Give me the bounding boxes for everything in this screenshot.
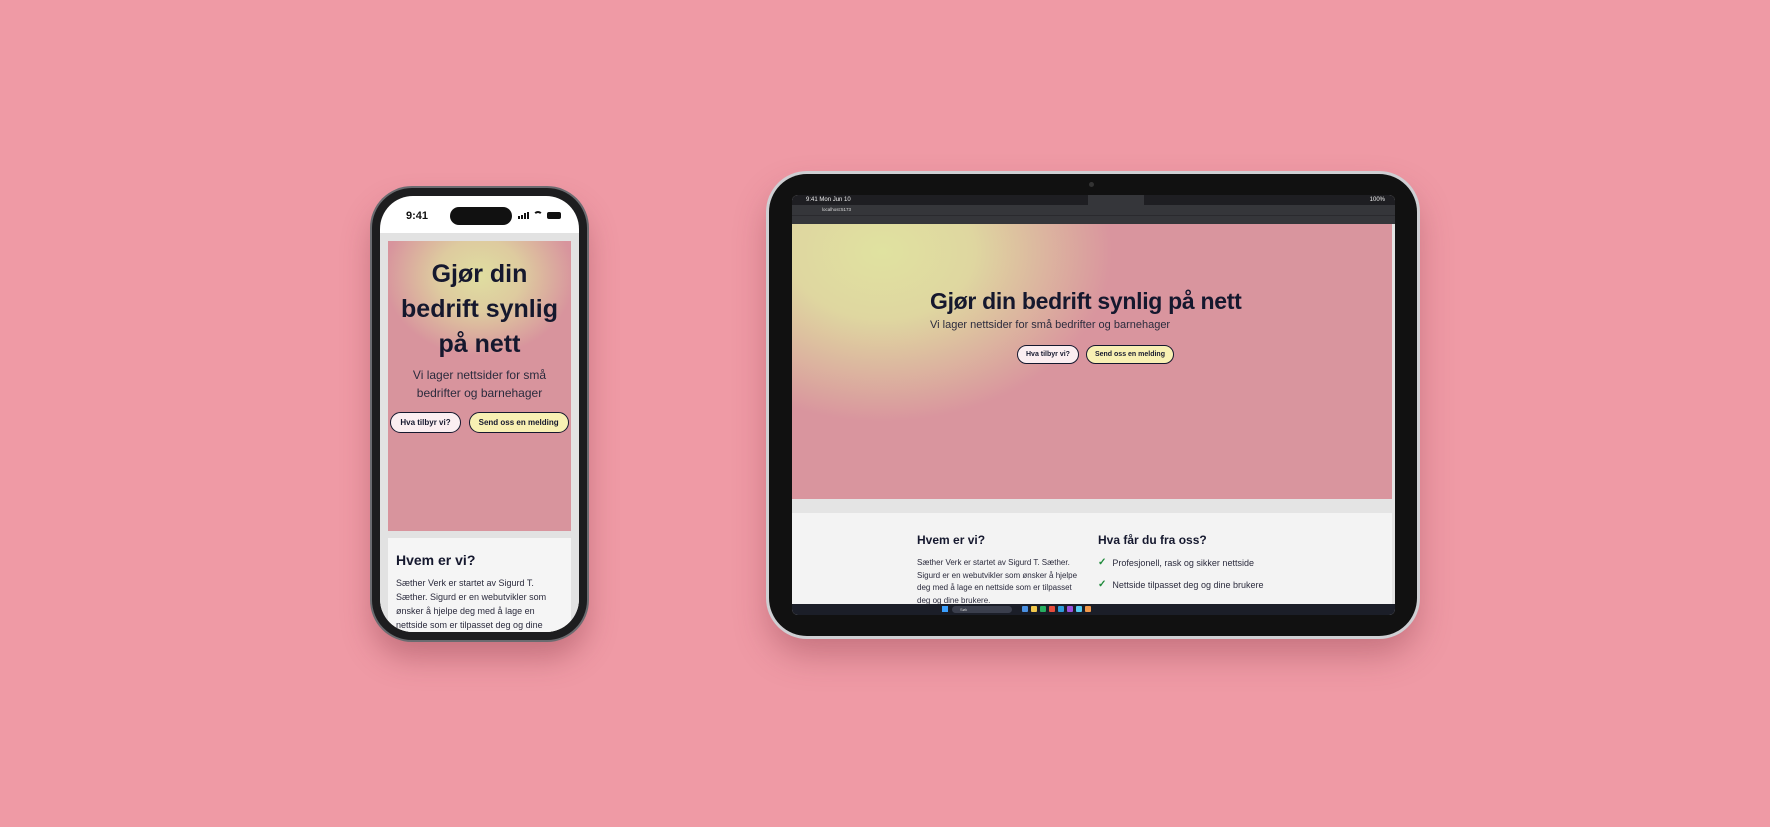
offer-list-item: ✓ Profesjonell, rask og sikker nettside bbox=[1098, 557, 1298, 568]
phone-web-content: Gjør din bedrift synlig på nett Vi lager… bbox=[380, 233, 579, 632]
browser-tab[interactable] bbox=[1146, 195, 1202, 205]
what-we-offer-button[interactable]: Hva tilbyr vi? bbox=[1017, 345, 1079, 364]
windows-start-icon[interactable] bbox=[942, 606, 948, 612]
app-icon[interactable] bbox=[1085, 606, 1091, 612]
battery-icon bbox=[547, 212, 561, 219]
taskbar-app-icons bbox=[1022, 606, 1091, 612]
browser-tab[interactable] bbox=[914, 195, 970, 205]
checkmark-icon: ✓ bbox=[1098, 579, 1107, 590]
browser-tab-strip bbox=[792, 195, 1395, 205]
what-we-offer-button[interactable]: Hva tilbyr vi? bbox=[390, 412, 461, 433]
cellular-signal-icon bbox=[518, 212, 529, 219]
hero-subtitle: Vi lager nettsider for små bedrifter og … bbox=[930, 319, 1171, 331]
browser-tab[interactable] bbox=[856, 195, 912, 205]
offer-item-text: Profesjonell, rask og sikker nettside bbox=[1112, 557, 1254, 568]
phone-mockup: 9:41 Gjør din bedrift synlig på nett Vi … bbox=[372, 188, 587, 640]
dynamic-island bbox=[450, 207, 512, 225]
bookmarks-bar bbox=[792, 215, 1395, 224]
offer-heading: Hva får du fra oss? bbox=[1098, 533, 1207, 547]
checkmark-icon: ✓ bbox=[1098, 557, 1107, 568]
hero-buttons: Hva tilbyr vi? Send oss en melding bbox=[1017, 345, 1241, 364]
offer-list-item: ✓ Nettside tilpasset deg og dine brukere bbox=[1098, 579, 1298, 590]
wifi-icon bbox=[533, 211, 543, 219]
phone-screen: 9:41 Gjør din bedrift synlig på nett Vi … bbox=[380, 196, 579, 632]
browser-tab-active[interactable] bbox=[1088, 195, 1144, 205]
phone-status-time: 9:41 bbox=[406, 210, 429, 222]
about-section: Hvem er vi? Sæther Verk er startet av Si… bbox=[388, 538, 571, 632]
about-heading: Hvem er vi? bbox=[917, 533, 986, 547]
hero-title: Gjør din bedrift synlig på nett bbox=[401, 260, 558, 358]
tablet-web-content: Gjør din bedrift synlig på nett Vi lager… bbox=[792, 224, 1395, 607]
phone-status-bar: 9:41 bbox=[380, 196, 579, 232]
hero-buttons: Hva tilbyr vi? Send oss en melding bbox=[388, 412, 571, 433]
about-column: Hvem er vi? Sæther Verk er startet av Si… bbox=[917, 533, 1082, 607]
taskbar-search[interactable]: Søk bbox=[952, 606, 1012, 613]
windows-taskbar: Søk bbox=[792, 604, 1395, 615]
tablet-battery-status: 100% bbox=[1369, 197, 1385, 203]
about-text: Sæther Verk er startet av Sigurd T. Sæth… bbox=[917, 558, 1078, 605]
url-text: localhost:5173 bbox=[822, 207, 852, 212]
browser-address-bar[interactable]: localhost:5173 bbox=[792, 205, 1395, 215]
app-icon[interactable] bbox=[1040, 606, 1046, 612]
send-message-button[interactable]: Send oss en melding bbox=[468, 412, 569, 433]
about-heading: Hvem er vi? bbox=[396, 552, 476, 568]
hero-content: Gjør din bedrift synlig på nett Vi lager… bbox=[930, 288, 1242, 364]
tablet-status-time: 9:41 Mon Jun 10 bbox=[806, 197, 851, 203]
send-message-button[interactable]: Send oss en melding bbox=[1085, 345, 1174, 364]
tablet-mockup: 9:41 Mon Jun 10 100% localhost:5173 Gjør… bbox=[769, 174, 1417, 636]
hero-subtitle: Vi lager nettsider for små bedrifter og … bbox=[412, 368, 547, 400]
front-camera bbox=[1089, 182, 1094, 187]
phone-status-icons bbox=[518, 211, 561, 219]
folder-icon[interactable] bbox=[1031, 606, 1037, 612]
app-icon[interactable] bbox=[1049, 606, 1055, 612]
offer-column: Hva får du fra oss? ✓ Profesjonell, rask… bbox=[1098, 533, 1298, 601]
offer-item-text: Nettside tilpasset deg og dine brukere bbox=[1112, 579, 1264, 590]
app-icon[interactable] bbox=[1067, 606, 1073, 612]
app-icon[interactable] bbox=[1022, 606, 1028, 612]
browser-tab[interactable] bbox=[1030, 195, 1086, 205]
tablet-screen: 9:41 Mon Jun 10 100% localhost:5173 Gjør… bbox=[792, 195, 1395, 615]
info-section: Hvem er vi? Sæther Verk er startet av Si… bbox=[792, 513, 1392, 607]
app-icon[interactable] bbox=[1076, 606, 1082, 612]
hero-title: Gjør din bedrift synlig på nett bbox=[930, 288, 1242, 314]
hero-section: Gjør din bedrift synlig på nett Vi lager… bbox=[792, 224, 1392, 499]
browser-tab[interactable] bbox=[972, 195, 1028, 205]
about-text: Sæther Verk er startet av Sigurd T. Sæth… bbox=[396, 578, 547, 630]
app-icon[interactable] bbox=[1058, 606, 1064, 612]
hero-section: Gjør din bedrift synlig på nett Vi lager… bbox=[388, 241, 571, 531]
